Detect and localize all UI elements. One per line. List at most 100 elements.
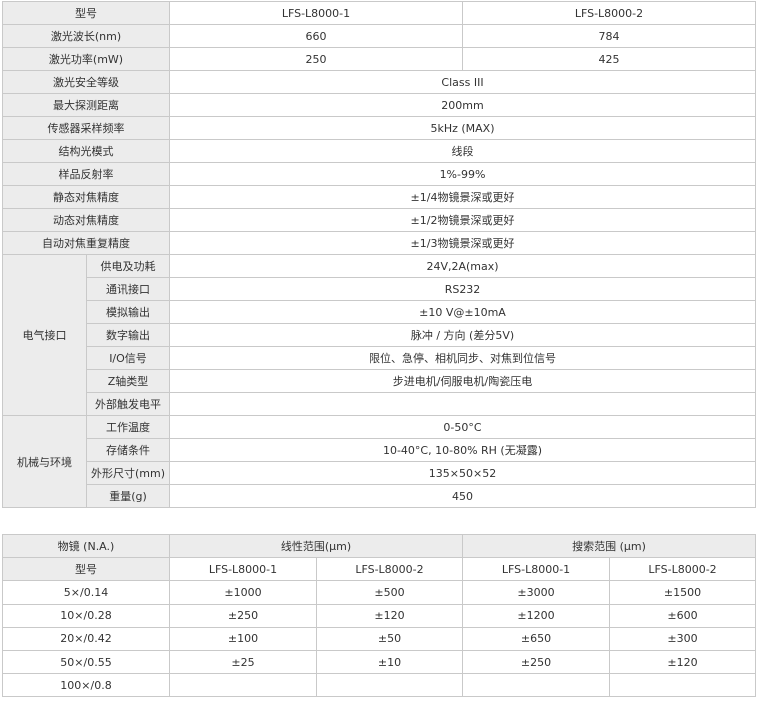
row-label: 通讯接口 <box>86 277 170 301</box>
table-row: 静态对焦精度 ±1/4物镜景深或更好 <box>2 185 756 209</box>
table-row: I/O信号 限位、急停、相机同步、对焦到位信号 <box>3 346 756 370</box>
cell-value: 线段 <box>169 139 756 163</box>
table-header-row: 物镜 (N.A.) 线性范围(μm) 搜索范围 (μm) <box>2 533 757 559</box>
model-column-header: LFS-L8000-2 <box>315 557 464 582</box>
row-label: 存储条件 <box>86 438 170 462</box>
cell-value: 限位、急停、相机同步、对焦到位信号 <box>169 346 756 370</box>
cell-value <box>315 673 464 698</box>
row-label: 静态对焦精度 <box>2 185 170 209</box>
cell-value: ±50 <box>315 626 464 651</box>
table-row: 存储条件 10-40°C, 10-80% RH (无凝露) <box>3 438 756 462</box>
cell-value: 425 <box>462 47 756 71</box>
cell-value: LFS-L8000-1 <box>169 1 463 25</box>
model-column-header: LFS-L8000-1 <box>462 557 611 582</box>
table-row: 通讯接口 RS232 <box>3 277 756 301</box>
objective-cell: 5×/0.14 <box>2 580 170 605</box>
table-row: 5×/0.14 ±1000 ±500 ±3000 ±1500 <box>2 580 757 605</box>
row-label: I/O信号 <box>86 346 170 370</box>
cell-value: 250 <box>169 47 463 71</box>
group-label: 机械与环境 <box>2 415 87 508</box>
table-row: 型号 LFS-L8000-1 LFS-L8000-2 <box>2 1 756 25</box>
table-row: 100×/0.8 <box>2 673 757 698</box>
cell-value: ±1500 <box>609 580 757 605</box>
objective-cell: 10×/0.28 <box>2 603 170 628</box>
cell-value: ±1/3物镜景深或更好 <box>169 231 756 255</box>
row-label: 型号 <box>2 1 170 25</box>
cell-value: ±100 <box>169 626 317 651</box>
row-label: 激光安全等级 <box>2 70 170 94</box>
group-label: 电气接口 <box>2 254 87 416</box>
cell-value: 脉冲 / 方向 (差分5V) <box>169 323 756 347</box>
cell-value: ±650 <box>462 626 611 651</box>
table-row: 重量(g) 450 <box>3 484 756 508</box>
linear-range-header: 线性范围(μm) <box>168 533 464 559</box>
table-row: 外部触发电平 <box>3 392 756 416</box>
row-label: 重量(g) <box>86 484 170 508</box>
row-label: 供电及功耗 <box>86 254 170 278</box>
cell-value: 5kHz (MAX) <box>169 116 756 140</box>
row-label: 激光功率(mW) <box>2 47 170 71</box>
objective-cell: 20×/0.42 <box>2 626 170 651</box>
cell-value: ±250 <box>169 603 317 628</box>
table-row: 外形尺寸(mm) 135×50×52 <box>3 461 756 485</box>
table-row: 激光波长(nm) 660 784 <box>2 24 756 48</box>
row-label: 激光波长(nm) <box>2 24 170 48</box>
row-label: 模拟输出 <box>86 300 170 324</box>
table-row: 样品反射率 1%-99% <box>2 162 756 186</box>
table-row: 最大探测距离 200mm <box>2 93 756 117</box>
table-subheader-row: 型号 LFS-L8000-1 LFS-L8000-2 LFS-L8000-1 L… <box>2 557 757 582</box>
cell-value: ±10 <box>315 649 464 675</box>
cell-value: 135×50×52 <box>169 461 756 485</box>
cell-value: 10-40°C, 10-80% RH (无凝露) <box>169 438 756 462</box>
table-row: 50×/0.55 ±25 ±10 ±250 ±120 <box>2 649 757 675</box>
objective-cell: 50×/0.55 <box>2 649 170 675</box>
table-row: 激光功率(mW) 250 425 <box>2 47 756 71</box>
table-row: Z轴类型 步进电机/伺服电机/陶瓷压电 <box>3 369 756 393</box>
row-label: 自动对焦重复精度 <box>2 231 170 255</box>
cell-value: ±600 <box>609 603 757 628</box>
objective-cell: 100×/0.8 <box>2 673 170 698</box>
cell-value: ±250 <box>462 649 611 675</box>
cell-value: ±120 <box>315 603 464 628</box>
row-label: Z轴类型 <box>86 369 170 393</box>
row-label: 动态对焦精度 <box>2 208 170 232</box>
cell-value: ±25 <box>169 649 317 675</box>
cell-value: 784 <box>462 24 756 48</box>
cell-value: 0-50°C <box>169 415 756 439</box>
cell-value <box>169 392 756 416</box>
cell-value: 步进电机/伺服电机/陶瓷压电 <box>169 369 756 393</box>
cell-value: ±1200 <box>462 603 611 628</box>
row-label: 外部触发电平 <box>86 392 170 416</box>
table-row: 10×/0.28 ±250 ±120 ±1200 ±600 <box>2 603 757 628</box>
cell-value: ±300 <box>609 626 757 651</box>
cell-value <box>169 673 317 698</box>
cell-value <box>609 673 757 698</box>
spec-table: 型号 LFS-L8000-1 LFS-L8000-2 激光波长(nm) 660 … <box>2 1 756 508</box>
model-header: 型号 <box>2 557 170 582</box>
cell-value: Class III <box>169 70 756 94</box>
model-column-header: LFS-L8000-1 <box>169 557 317 582</box>
cell-value: RS232 <box>169 277 756 301</box>
cell-value: 24V,2A(max) <box>169 254 756 278</box>
lens-range-table: 物镜 (N.A.) 线性范围(μm) 搜索范围 (μm) 型号 LFS-L800… <box>2 533 757 698</box>
search-range-header: 搜索范围 (μm) <box>462 533 757 559</box>
row-label: 外形尺寸(mm) <box>86 461 170 485</box>
cell-value: 660 <box>169 24 463 48</box>
model-column-header: LFS-L8000-2 <box>609 557 757 582</box>
table-row: 结构光模式 线段 <box>2 139 756 163</box>
cell-value: LFS-L8000-2 <box>462 1 756 25</box>
cell-value: ±120 <box>609 649 757 675</box>
table-row: 动态对焦精度 ±1/2物镜景深或更好 <box>2 208 756 232</box>
table-row: 激光安全等级 Class III <box>2 70 756 94</box>
cell-value <box>462 673 611 698</box>
cell-value: ±3000 <box>462 580 611 605</box>
row-label: 样品反射率 <box>2 162 170 186</box>
cell-value: ±1/4物镜景深或更好 <box>169 185 756 209</box>
table-row: 自动对焦重复精度 ±1/3物镜景深或更好 <box>2 231 756 255</box>
table-row: 电气接口 供电及功耗 24V,2A(max) <box>2 254 756 416</box>
cell-value: 200mm <box>169 93 756 117</box>
table-row: 传感器采样频率 5kHz (MAX) <box>2 116 756 140</box>
table-row: 机械与环境 工作温度 0-50°C <box>2 415 756 508</box>
objective-header: 物镜 (N.A.) <box>2 533 170 559</box>
row-label: 结构光模式 <box>2 139 170 163</box>
